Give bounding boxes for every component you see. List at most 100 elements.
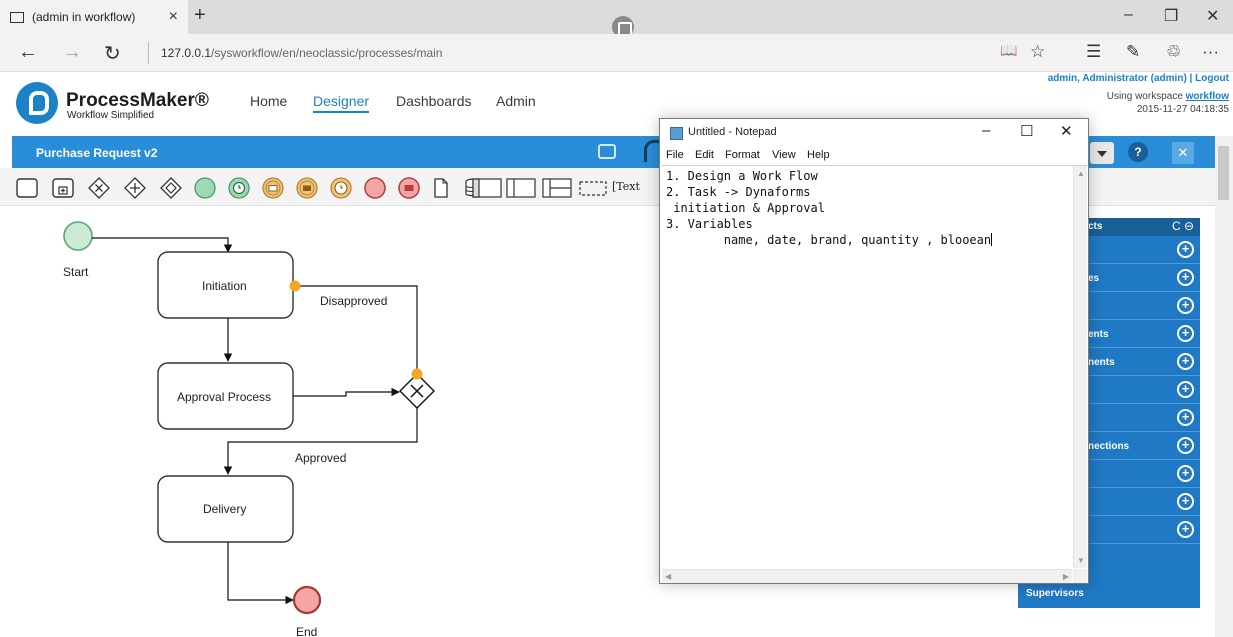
flow-label-approved: Approved: [295, 451, 347, 465]
reading-view-icon[interactable]: 📖: [1000, 42, 1017, 59]
forward-button[interactable]: →: [62, 41, 82, 64]
scroll-left-icon[interactable]: ◀: [665, 572, 671, 581]
end-message-event-tool-icon[interactable]: [398, 177, 420, 199]
intermediate-message-event-tool-icon[interactable]: [262, 177, 284, 199]
help-button[interactable]: ?: [1128, 142, 1148, 162]
flow-approval-to-gateway[interactable]: [293, 387, 400, 397]
tab-close-icon[interactable]: ×: [169, 8, 178, 26]
connector-port-dot[interactable]: [289, 280, 301, 292]
add-icon[interactable]: +: [1177, 381, 1194, 398]
pool-tool-icon[interactable]: [472, 177, 502, 199]
notepad-app-icon: [670, 127, 683, 140]
options-dropdown-button[interactable]: [1090, 142, 1114, 164]
url-field[interactable]: 127.0.0.1/sysworkflow/en/neoclassic/proc…: [148, 42, 442, 64]
favorite-star-icon[interactable]: ☆: [1030, 42, 1045, 62]
panel-item-label: nents: [1088, 357, 1115, 368]
scroll-right-icon[interactable]: ▶: [1063, 572, 1069, 581]
add-icon[interactable]: +: [1177, 437, 1194, 454]
intermediate-message-throw-tool-icon[interactable]: [296, 177, 318, 199]
share-icon[interactable]: ♲: [1166, 42, 1181, 62]
fullscreen-icon[interactable]: [598, 144, 616, 159]
scroll-up-icon[interactable]: ▲: [1077, 169, 1085, 178]
workspace-link[interactable]: workflow: [1186, 91, 1229, 102]
url-host: 127.0.0.1: [161, 46, 212, 60]
notepad-maximize-button[interactable]: ☐: [1020, 122, 1033, 140]
add-icon[interactable]: +: [1177, 353, 1194, 370]
notepad-close-button[interactable]: ✕: [1060, 122, 1073, 140]
scroll-down-icon[interactable]: ▼: [1077, 556, 1085, 565]
menu-edit[interactable]: Edit: [695, 149, 714, 161]
menu-file[interactable]: File: [666, 149, 684, 161]
flow-delivery-to-end[interactable]: [227, 542, 294, 605]
menu-help[interactable]: Help: [807, 149, 830, 161]
start-timer-event-tool-icon[interactable]: [228, 177, 250, 199]
task-tool-icon[interactable]: [16, 177, 38, 199]
connector-port-dot[interactable]: [411, 368, 423, 380]
menu-view[interactable]: View: [772, 149, 796, 161]
panel-collapse-icon[interactable]: C ⊖: [1172, 219, 1194, 233]
notepad-minimize-button[interactable]: –: [982, 122, 990, 139]
add-icon[interactable]: +: [1177, 325, 1194, 342]
task-approval-process-label: Approval Process: [177, 390, 272, 404]
subprocess-tool-icon[interactable]: [52, 177, 74, 199]
exclusive-gateway-tool-icon[interactable]: [88, 177, 110, 199]
notepad-vertical-scrollbar[interactable]: ▲ ▼: [1073, 166, 1087, 568]
brand-tagline: Workflow Simplified: [67, 110, 155, 121]
new-tab-button[interactable]: +: [194, 4, 206, 27]
hub-icon[interactable]: ☰: [1086, 42, 1101, 62]
resize-grip-icon[interactable]: [1073, 569, 1087, 583]
workspace-prefix: Using workspace: [1106, 91, 1186, 102]
add-icon[interactable]: +: [1177, 409, 1194, 426]
close-designer-button[interactable]: ✕: [1172, 142, 1194, 164]
page-scrollbar[interactable]: [1215, 136, 1233, 637]
nav-dashboards[interactable]: Dashboards: [396, 93, 472, 109]
lane-tool-icon[interactable]: [506, 177, 536, 199]
nav-designer[interactable]: Designer: [313, 93, 370, 113]
notepad-line: initiation & Approval: [666, 201, 825, 215]
user-info-logout[interactable]: admin, Administrator (admin) | Logout: [1048, 73, 1229, 84]
text-caret: [991, 233, 993, 246]
start-event-tool-icon[interactable]: [194, 177, 216, 199]
end-event-shape[interactable]: [292, 585, 322, 615]
window-close-button[interactable]: ✕: [1206, 6, 1219, 26]
group-tool-icon[interactable]: [578, 177, 608, 199]
notepad-titlebar[interactable]: Untitled - Notepad – ☐ ✕: [660, 119, 1088, 147]
browser-tabstrip: (admin in workflow) × + – ❐ ✕: [0, 0, 1233, 38]
window-minimize-button[interactable]: –: [1124, 6, 1133, 24]
flow-start-to-initiation[interactable]: [92, 237, 233, 253]
workspace-info: Using workspace workflow: [1107, 91, 1229, 102]
add-icon[interactable]: +: [1177, 241, 1194, 258]
back-button[interactable]: ←: [18, 41, 38, 64]
menu-format[interactable]: Format: [725, 149, 760, 161]
nav-home[interactable]: Home: [250, 93, 287, 109]
notepad-last-line: name, date, brand, quantity , blooean: [666, 232, 993, 248]
end-event-tool-icon[interactable]: [364, 177, 386, 199]
undo-icon[interactable]: [644, 140, 660, 162]
parallel-gateway-tool-icon[interactable]: [124, 177, 146, 199]
text-annotation-tool[interactable]: [Text: [612, 180, 640, 193]
data-object-tool-icon[interactable]: [430, 177, 452, 199]
notepad-title: Untitled - Notepad: [688, 126, 777, 138]
page-scrollbar-thumb[interactable]: [1218, 146, 1229, 200]
notepad-horizontal-scrollbar[interactable]: ◀ ▶: [662, 569, 1072, 583]
add-icon[interactable]: +: [1177, 297, 1194, 314]
inclusive-gateway-tool-icon[interactable]: [160, 177, 182, 199]
refresh-button[interactable]: ↻: [104, 41, 121, 66]
start-event-shape[interactable]: [63, 221, 93, 251]
add-icon[interactable]: +: [1177, 521, 1194, 538]
task-delivery-label: Delivery: [203, 502, 247, 516]
add-icon[interactable]: +: [1177, 269, 1194, 286]
notepad-text-area[interactable]: 1. Design a Work Flow 2. Task -> Dynaform…: [662, 165, 1087, 583]
add-icon[interactable]: +: [1177, 465, 1194, 482]
notepad-line: 1. Design a Work Flow: [666, 169, 818, 183]
horizontal-lane-tool-icon[interactable]: [542, 177, 572, 199]
more-icon[interactable]: ···: [1202, 42, 1219, 62]
window-restore-button[interactable]: ❐: [1164, 6, 1178, 26]
supervisors-item[interactable]: Supervisors: [1026, 588, 1084, 599]
intermediate-timer-event-tool-icon[interactable]: [330, 177, 352, 199]
tab-page-icon: [10, 11, 24, 23]
browser-tab[interactable]: (admin in workflow) ×: [0, 0, 188, 34]
nav-admin[interactable]: Admin: [496, 93, 536, 109]
web-notes-icon[interactable]: ✎: [1126, 42, 1140, 62]
add-icon[interactable]: +: [1177, 493, 1194, 510]
